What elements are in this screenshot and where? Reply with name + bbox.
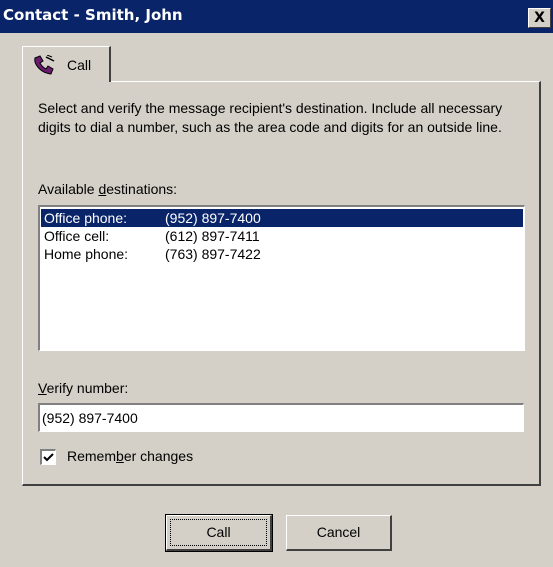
remember-changes-checkbox[interactable] [40,449,56,465]
tab-call-label: Call [67,57,92,73]
window-title: Contact - Smith, John [3,6,183,24]
list-item[interactable]: Home phone: (763) 897-7422 [41,245,523,263]
available-destinations-label: Available destinations: [38,181,178,197]
tab-call[interactable]: Call [22,46,111,82]
instructions-text: Select and verify the message recipient'… [38,100,503,135]
close-button[interactable]: X [528,8,551,28]
checkmark-icon [43,453,54,462]
verify-number-label: Verify number: [38,380,129,396]
destinations-listbox[interactable]: Office phone: (952) 897-7400 Office cell… [38,205,525,351]
cancel-button[interactable]: Cancel [286,515,392,551]
phone-handset-icon [34,55,55,75]
contact-dialog: Contact - Smith, John X Call Select and … [0,0,553,567]
title-bar[interactable]: Contact - Smith, John X [0,0,553,33]
list-item[interactable]: Office phone: (952) 897-7400 [41,209,523,227]
verify-number-field[interactable] [38,403,524,432]
close-icon: X [534,10,545,26]
list-item[interactable]: Office cell: (612) 897-7411 [41,227,523,245]
remember-changes-label[interactable]: Remember changes [67,448,193,464]
call-button[interactable]: Call [165,514,273,552]
